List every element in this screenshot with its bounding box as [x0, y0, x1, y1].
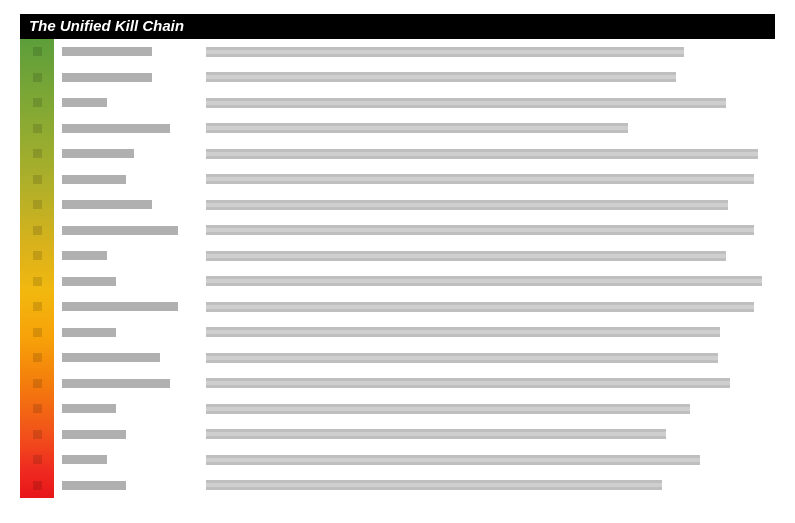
phase-description [206, 276, 762, 287]
phase-name [62, 353, 160, 363]
phase-name [62, 225, 178, 235]
table-row [20, 90, 775, 116]
phase-name [62, 123, 170, 133]
phase-description [206, 250, 726, 261]
row-marker [33, 174, 42, 184]
row-marker [33, 72, 42, 82]
row-marker [33, 378, 42, 388]
table-row [20, 141, 775, 167]
phase-name [62, 251, 107, 261]
table-row [20, 422, 775, 448]
phase-description [206, 301, 754, 312]
row-marker [33, 276, 42, 286]
table-row [20, 39, 775, 65]
row-marker [33, 149, 42, 159]
row-marker [33, 47, 42, 57]
phase-description [206, 429, 666, 440]
phase-name [62, 47, 152, 57]
phase-name [62, 327, 116, 337]
row-marker [33, 327, 42, 337]
phase-description [206, 123, 628, 134]
table-title: The Unified Kill Chain [20, 14, 775, 39]
phase-description [206, 454, 700, 465]
table-row [20, 345, 775, 371]
table-row [20, 320, 775, 346]
kill-chain-table: The Unified Kill Chain [20, 14, 775, 498]
row-marker [33, 225, 42, 235]
table-row [20, 294, 775, 320]
phase-name [62, 72, 152, 82]
row-marker [33, 302, 42, 312]
table-row [20, 116, 775, 142]
phase-name [62, 480, 126, 490]
table-row [20, 243, 775, 269]
phase-description [206, 174, 754, 185]
row-marker [33, 429, 42, 439]
table-row [20, 65, 775, 91]
phase-name [62, 302, 178, 312]
row-marker [33, 98, 42, 108]
phase-name [62, 200, 152, 210]
table-row [20, 218, 775, 244]
table-row [20, 192, 775, 218]
phase-name [62, 404, 116, 414]
phase-name [62, 378, 170, 388]
phase-rows [20, 39, 775, 498]
table-row [20, 396, 775, 422]
row-marker [33, 480, 42, 490]
phase-description [206, 378, 730, 389]
phase-description [206, 480, 662, 491]
phase-description [206, 403, 690, 414]
phase-description [206, 72, 676, 83]
phase-name [62, 276, 116, 286]
phase-name [62, 429, 126, 439]
phase-description [206, 225, 754, 236]
table-row [20, 447, 775, 473]
row-marker [33, 404, 42, 414]
row-marker [33, 251, 42, 261]
table-row [20, 167, 775, 193]
table-row [20, 473, 775, 499]
phase-name [62, 455, 107, 465]
phase-description [206, 46, 684, 57]
phase-description [206, 352, 718, 363]
table-row [20, 371, 775, 397]
phase-description [206, 327, 720, 338]
table-row [20, 269, 775, 295]
row-marker [33, 123, 42, 133]
phase-name [62, 149, 134, 159]
row-marker [33, 455, 42, 465]
phase-description [206, 148, 758, 159]
phase-name [62, 174, 126, 184]
phase-name [62, 98, 107, 108]
phase-description [206, 199, 728, 210]
row-marker [33, 353, 42, 363]
phase-description [206, 97, 726, 108]
row-marker [33, 200, 42, 210]
